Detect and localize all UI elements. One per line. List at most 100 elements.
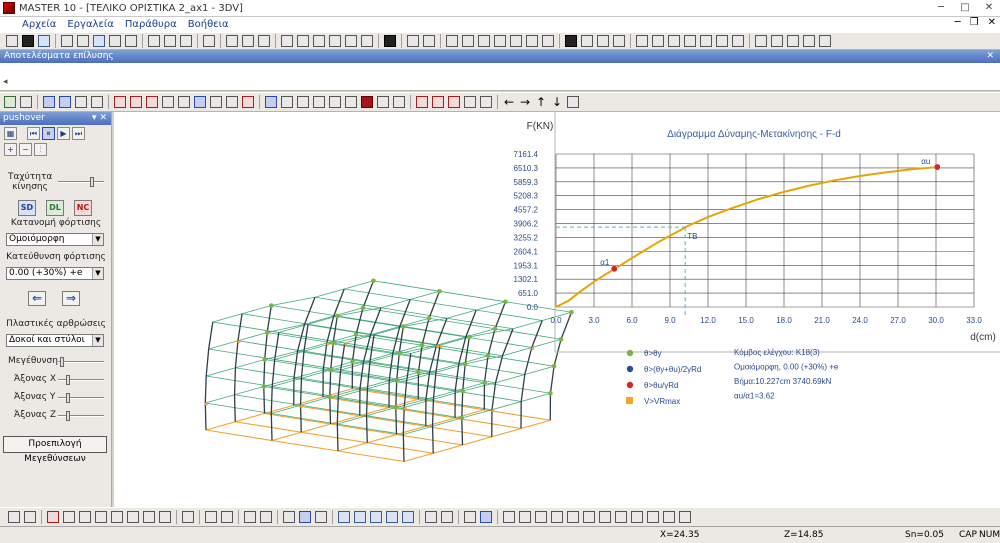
zoom-out-icon[interactable]: − xyxy=(19,142,32,156)
extend-icon[interactable] xyxy=(244,511,256,523)
slab-icon[interactable] xyxy=(510,35,522,47)
zoom-in-icon[interactable]: + xyxy=(4,142,17,156)
elevation-icon[interactable] xyxy=(329,96,341,108)
axis-y-slider[interactable] xyxy=(58,393,104,403)
zoom-in-icon[interactable] xyxy=(63,511,75,523)
load-distribution-select[interactable]: Ομοιόμορφη ▼ xyxy=(6,233,104,246)
delete-icon[interactable] xyxy=(803,35,815,47)
export-image-icon[interactable] xyxy=(567,96,579,108)
wall-icon[interactable] xyxy=(526,35,538,47)
distance-icon[interactable] xyxy=(221,511,233,523)
grid-snap-icon[interactable] xyxy=(503,511,515,523)
hatch-fill-icon[interactable] xyxy=(663,511,675,523)
layer-settings-icon[interactable] xyxy=(679,511,691,523)
axial-icon[interactable] xyxy=(194,96,206,108)
point-icon[interactable] xyxy=(425,511,437,523)
settings-icon[interactable]: ▦ xyxy=(4,126,17,140)
mode-icon[interactable] xyxy=(242,96,254,108)
model-icon[interactable] xyxy=(4,96,16,108)
nc-mode-button[interactable]: NC xyxy=(74,200,92,216)
preset-magnifications-button[interactable]: Προεπιλογή Μεγεθύνσεων xyxy=(3,436,107,464)
slider-thumb[interactable] xyxy=(66,393,71,403)
magnification-slider[interactable] xyxy=(58,357,104,367)
shade-icon[interactable] xyxy=(377,96,389,108)
rectangle-icon[interactable] xyxy=(583,511,595,523)
zoom-out-icon[interactable] xyxy=(79,511,91,523)
redo-icon[interactable] xyxy=(24,511,36,523)
list-icon[interactable] xyxy=(180,35,192,47)
cut-icon[interactable] xyxy=(61,35,73,47)
release-icon[interactable] xyxy=(700,35,712,47)
pause-icon[interactable]: ⏸ xyxy=(42,126,55,140)
building-icon[interactable] xyxy=(297,96,309,108)
plastic-hinges-select[interactable]: Δοκοί και στύλοι ▼ xyxy=(6,334,104,347)
wireframe-icon[interactable] xyxy=(265,96,277,108)
structure-3d-model[interactable] xyxy=(204,278,574,463)
spring-icon[interactable] xyxy=(684,35,696,47)
table-view-icon[interactable] xyxy=(299,511,311,523)
text-icon[interactable] xyxy=(281,35,293,47)
scissors-icon[interactable] xyxy=(260,511,272,523)
text-m-icon[interactable] xyxy=(370,511,382,523)
frame-edit-icon[interactable] xyxy=(581,35,593,47)
minimize-icon[interactable]: ─ xyxy=(934,2,948,14)
cube-icon[interactable] xyxy=(393,96,405,108)
rigid-icon[interactable] xyxy=(732,35,744,47)
speed-slider[interactable] xyxy=(58,177,104,187)
arrow-down-icon[interactable]: ↓ xyxy=(551,96,563,108)
slider-thumb[interactable] xyxy=(89,177,94,187)
new-file-icon[interactable] xyxy=(6,35,18,47)
print-view-icon[interactable] xyxy=(159,511,171,523)
arc-icon[interactable] xyxy=(258,35,270,47)
grid-icon[interactable] xyxy=(203,35,215,47)
arrow-left-icon[interactable]: ← xyxy=(503,96,515,108)
hinges-display-icon[interactable]: ⫶ xyxy=(34,142,47,156)
menu-help[interactable]: Βοήθεια xyxy=(188,19,229,30)
line-icon[interactable] xyxy=(226,35,238,47)
sd-mode-button[interactable]: SD xyxy=(18,200,36,216)
rotate-hand-icon[interactable] xyxy=(771,35,783,47)
parallelogram-icon[interactable] xyxy=(567,511,579,523)
export-icon[interactable] xyxy=(125,35,137,47)
frame-all-icon[interactable] xyxy=(464,96,476,108)
paste-view-icon[interactable] xyxy=(423,35,435,47)
repair-icon[interactable] xyxy=(787,35,799,47)
column-icon[interactable] xyxy=(313,35,325,47)
menu-windows[interactable]: Παράθυρα xyxy=(125,19,177,30)
circle-icon[interactable] xyxy=(242,35,254,47)
model-viewport[interactable]: Διάγραμμα Δύναμης-Μετακίνησης - F-d F(KN… xyxy=(114,112,1000,507)
member-icon[interactable] xyxy=(494,35,506,47)
dimension-icon[interactable] xyxy=(297,35,309,47)
frame-copy-icon[interactable] xyxy=(597,35,609,47)
select-icon[interactable] xyxy=(446,35,458,47)
close-icon[interactable]: ✕ xyxy=(99,113,107,123)
menu-tools[interactable]: Εργαλεία xyxy=(67,19,113,30)
dropdown-icon[interactable]: ▾ xyxy=(92,113,97,123)
open-folder-icon[interactable] xyxy=(22,35,34,47)
edit-icon[interactable] xyxy=(148,35,160,47)
report-icon[interactable] xyxy=(91,96,103,108)
results-icon[interactable] xyxy=(20,96,32,108)
copy-icon[interactable] xyxy=(315,511,327,523)
mouse-icon[interactable] xyxy=(464,511,476,523)
zoom-previous-icon[interactable] xyxy=(127,511,139,523)
solid-icon[interactable] xyxy=(281,96,293,108)
close-icon[interactable]: ✕ xyxy=(982,2,996,14)
slider-thumb[interactable] xyxy=(66,411,71,421)
moment-icon[interactable] xyxy=(162,96,174,108)
offset-icon[interactable] xyxy=(716,35,728,47)
combination-icon[interactable] xyxy=(130,96,142,108)
foundation-icon[interactable] xyxy=(652,35,664,47)
frame-icon[interactable] xyxy=(565,35,577,47)
settings-icon[interactable] xyxy=(819,35,831,47)
angle-icon[interactable] xyxy=(615,511,627,523)
zoom-extents-icon[interactable] xyxy=(111,511,123,523)
frame-z-icon[interactable] xyxy=(448,96,460,108)
floor-icon[interactable] xyxy=(313,96,325,108)
ortho-icon[interactable] xyxy=(519,511,531,523)
axis-z-slider[interactable] xyxy=(58,411,104,421)
zoom-all-icon[interactable] xyxy=(143,511,155,523)
frame-y-icon[interactable] xyxy=(432,96,444,108)
slider-thumb[interactable] xyxy=(66,375,71,385)
beam-icon[interactable] xyxy=(542,35,554,47)
